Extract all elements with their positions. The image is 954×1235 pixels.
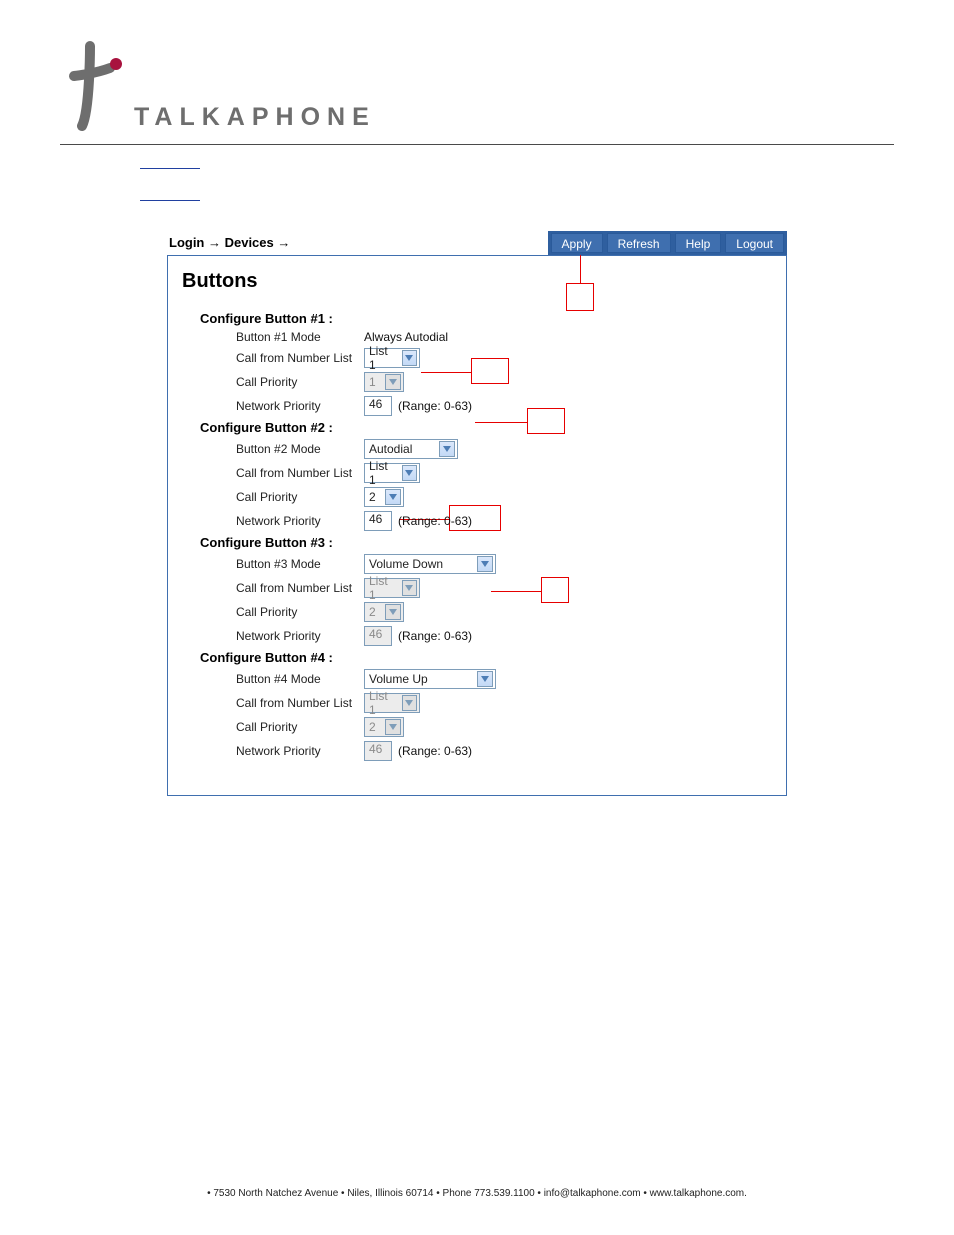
button-1-list-select[interactable]: List 1 (364, 348, 420, 368)
button-2-list-label: Call from Number List (236, 466, 364, 480)
chevron-down-icon (385, 489, 401, 505)
button-4-priority-label: Call Priority (236, 720, 364, 734)
button-3-list-label: Call from Number List (236, 581, 364, 595)
button-4-list-row: Call from Number ListList 1 (236, 693, 772, 713)
button-3-mode-select[interactable]: Volume Down (364, 554, 496, 574)
button-2-priority-label: Call Priority (236, 490, 364, 504)
button-4-mode-label: Button #4 Mode (236, 672, 364, 686)
button-2-netpriority-label: Network Priority (236, 514, 364, 528)
apply-button[interactable]: Apply (551, 233, 603, 253)
button-2-priority-select-value: 2 (369, 490, 382, 504)
page-footer: • 7530 North Natchez Avenue • Niles, Ill… (0, 1188, 954, 1199)
nav-link-placeholder (140, 165, 200, 169)
button-1-priority-row: Call Priority 1 (236, 372, 772, 392)
button-1-netpriority-input[interactable]: 46 (364, 396, 392, 416)
button-4-netpriority-range: (Range: 0-63) (398, 744, 472, 758)
button-3-priority-select-value: 2 (369, 605, 382, 619)
nav-links-placeholder (140, 165, 894, 201)
button-3-list-select-value: List 1 (369, 574, 402, 602)
button-1-list-row: Call from Number ListList 1 (236, 348, 772, 368)
button-1-list-label: Call from Number List (236, 351, 364, 365)
button-3-netpriority-input: 46 (364, 626, 392, 646)
button-1-priority-label: Call Priority (236, 375, 364, 389)
nav-link-placeholder (140, 197, 200, 201)
button-1-list-select-value: List 1 (369, 344, 402, 372)
button-2-list-select-value: List 1 (369, 459, 402, 487)
button-4-netpriority-label: Network Priority (236, 744, 364, 758)
button-1-priority-select-value: 1 (369, 375, 382, 389)
section-1-title: Configure Button #1 : (200, 311, 772, 326)
button-4-netpriority-row: Network Priority46 (Range: 0-63) (236, 741, 772, 761)
button-2-list-select[interactable]: List 1 (364, 463, 420, 483)
config-panel-wrap: Login → Devices → Apply Refresh Help Log… (167, 231, 787, 796)
button-4-priority-select: 2 (364, 717, 404, 737)
button-4-list-select-value: List 1 (369, 689, 402, 717)
button-1-mode-label: Button #1 Mode (236, 330, 364, 344)
button-4-list-label: Call from Number List (236, 696, 364, 710)
button-1-priority-select: 1 (364, 372, 404, 392)
button-4-list-select: List 1 (364, 693, 420, 713)
button-3-priority-row: Call Priority 2 (236, 602, 772, 622)
button-4-mode-select-value: Volume Up (369, 672, 434, 686)
chevron-down-icon (439, 441, 455, 457)
logout-button[interactable]: Logout (725, 233, 784, 253)
button-1-mode-row: Button #1 ModeAlways Autodial (236, 330, 772, 344)
button-2-mode-select-value: Autodial (369, 442, 418, 456)
button-1-mode-value: Always Autodial (364, 330, 448, 344)
button-2-netpriority-row: Network Priority46 (Range: 0-63) (236, 511, 772, 531)
button-2-list-row: Call from Number ListList 1 (236, 463, 772, 483)
talkaphone-mark-icon (60, 40, 126, 134)
button-4-mode-row: Button #4 Mode Volume Up (236, 669, 772, 689)
button-1-netpriority-range: (Range: 0-63) (398, 399, 472, 413)
button-4-netpriority-input: 46 (364, 741, 392, 761)
buttons-panel: Buttons Configure Button #1 : Button #1 M… (167, 255, 787, 796)
chevron-down-icon (477, 556, 493, 572)
button-3-netpriority-label: Network Priority (236, 629, 364, 643)
help-button[interactable]: Help (675, 233, 722, 253)
button-3-mode-select-value: Volume Down (369, 557, 449, 571)
button-2-mode-select[interactable]: Autodial (364, 439, 458, 459)
chevron-down-icon (477, 671, 493, 687)
button-3-list-row: Call from Number ListList 1 (236, 578, 772, 598)
chevron-down-icon (385, 719, 401, 735)
button-1-netpriority-row: Network Priority46 (Range: 0-63) (236, 396, 772, 416)
button-2-mode-label: Button #2 Mode (236, 442, 364, 456)
chevron-down-icon (402, 465, 417, 481)
section-3-title: Configure Button #3 : (200, 535, 772, 550)
chevron-down-icon (402, 580, 417, 596)
panel-title: Buttons (182, 270, 772, 293)
button-2-mode-row: Button #2 Mode Autodial (236, 439, 772, 459)
brand-logo: TALKAPHONE (60, 40, 894, 134)
chevron-down-icon (385, 604, 401, 620)
section-2-title: Configure Button #2 : (200, 420, 772, 435)
button-3-list-select: List 1 (364, 578, 420, 598)
chevron-down-icon (402, 350, 417, 366)
button-3-priority-label: Call Priority (236, 605, 364, 619)
button-2-priority-row: Call Priority 2 (236, 487, 772, 507)
button-3-mode-row: Button #3 Mode Volume Down (236, 554, 772, 574)
chevron-down-icon (402, 695, 417, 711)
header-divider (60, 144, 894, 145)
button-3-priority-select: 2 (364, 602, 404, 622)
button-2-priority-select[interactable]: 2 (364, 487, 404, 507)
button-4-mode-select[interactable]: Volume Up (364, 669, 496, 689)
breadcrumb: Login → Devices → (167, 231, 548, 255)
button-3-netpriority-range: (Range: 0-63) (398, 629, 472, 643)
button-3-netpriority-row: Network Priority46 (Range: 0-63) (236, 626, 772, 646)
button-3-mode-label: Button #3 Mode (236, 557, 364, 571)
chevron-down-icon (385, 374, 401, 390)
button-4-priority-select-value: 2 (369, 720, 382, 734)
refresh-button[interactable]: Refresh (607, 233, 671, 253)
brand-name: TALKAPHONE (134, 103, 376, 134)
button-2-netpriority-input[interactable]: 46 (364, 511, 392, 531)
toolbar: Apply Refresh Help Logout (548, 231, 787, 255)
button-2-netpriority-range: (Range: 0-63) (398, 514, 472, 528)
section-4-title: Configure Button #4 : (200, 650, 772, 665)
button-4-priority-row: Call Priority 2 (236, 717, 772, 737)
button-1-netpriority-label: Network Priority (236, 399, 364, 413)
